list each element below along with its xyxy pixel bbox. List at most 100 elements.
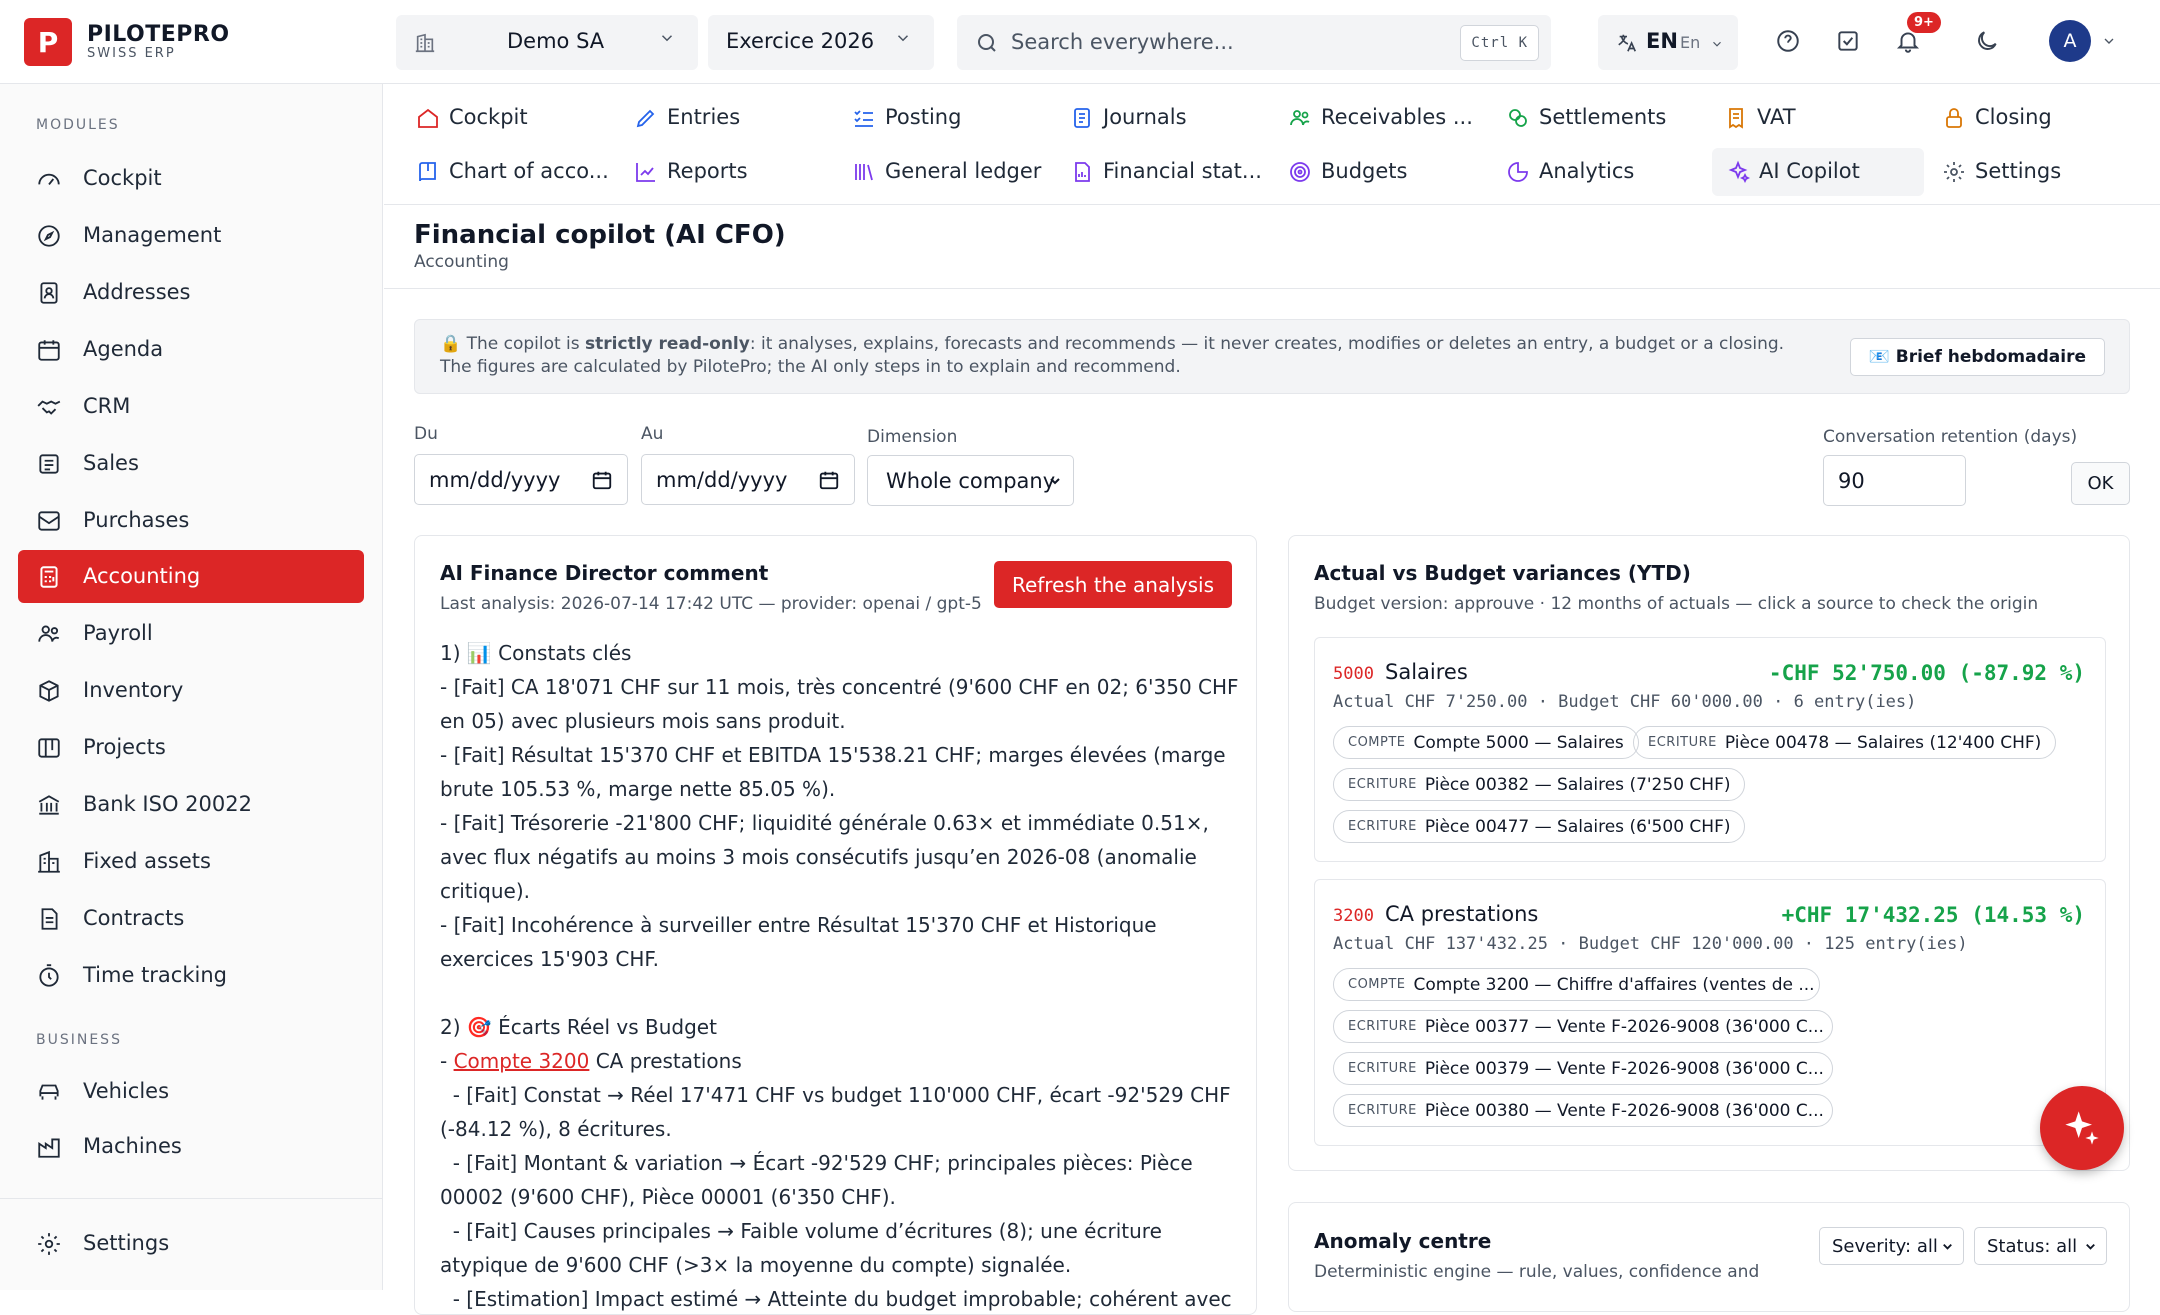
variance-item[interactable]: 5000 Salaires -CHF 52'750.00 (-87.92 %) … (1314, 637, 2106, 862)
account-name: Salaires (1385, 660, 1468, 684)
sidebar-item-label: Cockpit (83, 166, 162, 190)
chip-kind: ECRITURE (1348, 1103, 1417, 1118)
variances-card: Actual vs Budget variances (YTD) Budget … (1288, 535, 2130, 1171)
weekly-brief-button[interactable]: 📧 Brief hebdomadaire (1849, 338, 2105, 376)
sidebar-item-addresses[interactable]: Addresses (18, 266, 364, 319)
moon-icon[interactable] (1970, 24, 2004, 58)
company-selector[interactable]: Demo SA (396, 15, 698, 70)
tasks-icon[interactable] (1831, 24, 1865, 58)
contact-book-icon (40, 282, 58, 304)
chip-kind: ECRITURE (1348, 1019, 1417, 1034)
tab-closing[interactable]: Closing (1910, 94, 2110, 142)
sidebar-item-settings[interactable]: Settings (18, 1217, 364, 1270)
severity-filter[interactable]: Severity: all (1819, 1227, 1964, 1265)
sidebar: MODULES Cockpit Management Addresses Age… (0, 84, 383, 1290)
variance-item[interactable]: 3200 CA prestations +CHF 17'432.25 (14.5… (1314, 879, 2106, 1146)
from-date-input[interactable]: mm/dd/yyyy (414, 454, 628, 505)
tab-vat[interactable]: VAT (1692, 94, 1892, 142)
global-search[interactable]: Search everywhere... Ctrl K (957, 15, 1551, 70)
gear-icon (1944, 162, 1964, 182)
sidebar-item-bank[interactable]: Bank ISO 20022 (18, 778, 364, 831)
sidebar-item-accounting[interactable]: Accounting (18, 550, 364, 603)
anomaly-subtitle: Deterministic engine — rule, values, con… (1314, 1262, 1760, 1282)
notifications-badge: 9+ (1907, 12, 1941, 33)
tab-general-ledger[interactable]: General ledger (820, 148, 1041, 196)
refresh-analysis-button[interactable]: Refresh the analysis (993, 561, 1232, 608)
fiscal-year-value: Exercice 2026 (726, 29, 875, 53)
tab-journals[interactable]: Journals (1038, 94, 1238, 142)
dimension-select[interactable]: Whole company (867, 455, 1074, 506)
search-shortcut: Ctrl K (1460, 25, 1539, 61)
variance-meta: Actual CHF 137'432.25 · Budget CHF 120'0… (1333, 934, 1968, 954)
chevron-down-icon[interactable] (2101, 33, 2117, 49)
avatar[interactable]: A (2049, 20, 2091, 62)
tab-reports[interactable]: Reports (602, 148, 802, 196)
source-chip[interactable]: ECRITURE Pièce 00382 — Salaires (7'250 CH… (1333, 768, 1746, 801)
source-chip[interactable]: ECRITURE Pièce 00379 — Vente F-2026-9008 … (1333, 1052, 1833, 1085)
retention-label: Conversation retention (days) (1823, 427, 2078, 447)
sidebar-item-cockpit[interactable]: Cockpit (18, 152, 364, 205)
tab-analytics[interactable]: Analytics (1474, 148, 1674, 196)
tab-posting[interactable]: Posting (820, 94, 1020, 142)
page-title: Financial copilot (AI CFO) (414, 220, 786, 250)
tab-label: AI Copilot (1759, 159, 1860, 183)
tab-receivables[interactable]: Receivables ... (1256, 94, 1473, 142)
tab-budgets[interactable]: Budgets (1256, 148, 1456, 196)
help-icon[interactable] (1771, 24, 1805, 58)
sidebar-item-vehicles[interactable]: Vehicles (18, 1065, 364, 1118)
sidebar-item-contracts[interactable]: Contracts (18, 892, 364, 945)
source-chip[interactable]: ECRITURE Pièce 00377 — Vente F-2026-9008 … (1333, 1010, 1833, 1043)
source-chip[interactable]: ECRITURE Pièce 00380 — Vente F-2026-9008 … (1333, 1094, 1833, 1127)
sidebar-item-label: Contracts (83, 906, 185, 930)
language-selector[interactable]: EN En (1598, 15, 1738, 70)
brand-logo[interactable]: P (24, 18, 72, 66)
sidebar-item-payroll[interactable]: Payroll (18, 607, 364, 660)
sidebar-item-inventory[interactable]: Inventory (18, 664, 364, 717)
chip-text: Pièce 00382 — Salaires (7'250 CHF) (1424, 774, 1731, 795)
chip-kind: ECRITURE (1348, 819, 1417, 834)
source-chip[interactable]: ECRITURE Pièce 00478 — Salaires (12'400 C… (1633, 726, 2057, 759)
tab-ai-copilot[interactable]: AI Copilot (1712, 148, 1924, 196)
handshake-icon (37, 400, 61, 415)
retention-input[interactable]: 90 (1823, 455, 1966, 506)
sidebar-item-label: Sales (83, 451, 139, 475)
kanban-icon (38, 738, 60, 758)
tab-chart-of-accounts[interactable]: Chart of acco... (384, 148, 609, 196)
tab-financial-statements[interactable]: Financial stat... (1038, 148, 1262, 196)
sidebar-item-agenda[interactable]: Agenda (18, 323, 364, 376)
sidebar-item-machines[interactable]: Machines (18, 1120, 364, 1173)
ok-button[interactable]: OK (2071, 462, 2130, 505)
sidebar-item-management[interactable]: Management (18, 209, 364, 262)
tab-cockpit[interactable]: Cockpit (384, 94, 584, 142)
variance-delta: +CHF 17'432.25 (14.53 %) (1781, 903, 2085, 927)
calendar-icon (819, 471, 839, 490)
source-chip[interactable]: ECRITURE Pièce 00477 — Salaires (6'500 CH… (1333, 810, 1746, 843)
sidebar-item-time-tracking[interactable]: Time tracking (18, 949, 364, 1002)
tab-entries[interactable]: Entries (602, 94, 802, 142)
source-chip[interactable]: COMPTE Compte 3200 — Chiffre d'affaires (… (1333, 968, 1820, 1001)
sidebar-item-fixed-assets[interactable]: Fixed assets (18, 835, 364, 888)
sidebar-item-sales[interactable]: Sales (18, 437, 364, 490)
calendar-icon (592, 471, 612, 490)
sidebar-item-label: Management (83, 223, 222, 247)
tab-settlements[interactable]: Settlements (1474, 94, 1674, 142)
to-date-input[interactable]: mm/dd/yyyy (641, 454, 855, 505)
source-chip[interactable]: COMPTE Compte 5000 — Salaires (1333, 726, 1639, 759)
chip-text: Pièce 00380 — Vente F-2026-9008 (36'000 … (1424, 1100, 1824, 1121)
tab-label: Budgets (1321, 159, 1408, 183)
ai-comment-card: AI Finance Director comment Last analysi… (414, 535, 1257, 1315)
sidebar-item-label: Time tracking (83, 963, 227, 987)
account-3200-link[interactable]: Compte 3200 (454, 1049, 590, 1073)
chip-text: Compte 3200 — Chiffre d'affaires (ventes… (1413, 974, 1815, 995)
chip-kind: COMPTE (1348, 735, 1406, 750)
ai-assistant-button[interactable] (2040, 1086, 2124, 1170)
dimension-label: Dimension (867, 427, 958, 447)
company-name: Demo SA (507, 29, 605, 53)
fiscal-year-selector[interactable]: Exercice 2026 (708, 15, 934, 70)
chip-text: Pièce 00477 — Salaires (6'500 CHF) (1424, 816, 1731, 837)
tab-settings[interactable]: Settings (1910, 148, 2110, 196)
status-filter[interactable]: Status: all (1974, 1227, 2107, 1265)
sidebar-item-crm[interactable]: CRM (18, 380, 364, 433)
sidebar-item-projects[interactable]: Projects (18, 721, 364, 774)
sidebar-item-purchases[interactable]: Purchases (18, 494, 364, 547)
